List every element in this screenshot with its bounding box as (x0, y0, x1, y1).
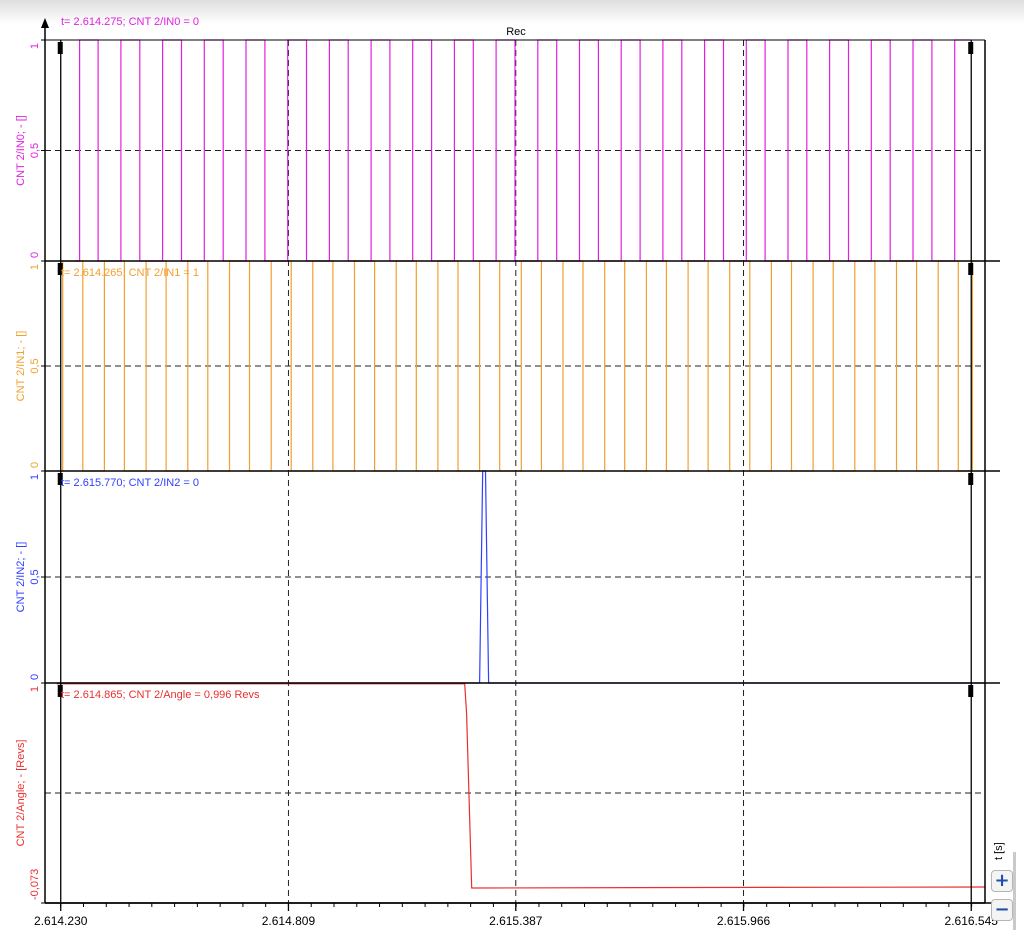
y-axis-label: CNT 2/IN2; - [] (15, 542, 27, 613)
signal-trace-angle (56, 683, 986, 889)
y-tick-label: 0,5 (29, 358, 41, 373)
y-tick-label: 0 (29, 674, 41, 680)
y-axis-label: CNT 2/Angle; - [Revs] (15, 740, 27, 847)
y-axis-label: CNT 2/IN0; - [] (15, 115, 27, 186)
y-tick-label: 1 (29, 264, 41, 270)
x-tick-label: 2.614.230 (34, 914, 88, 928)
chart-title: Rec (506, 26, 526, 38)
y-tick-label: 1 (29, 474, 41, 480)
multi-channel-plot[interactable]: Rec t [s] 1 0,5 0 CNT 2/IN0; - [] t= 2.614.2… (0, 0, 1024, 941)
y-tick-label: 0,5 (29, 569, 41, 584)
y-tick-label: 1 (29, 686, 41, 692)
cursor-marker (968, 263, 974, 275)
y-axis-label: CNT 2/IN1; - [] (15, 331, 27, 402)
cursor-marker (968, 473, 974, 485)
y-tick-label: 1 (29, 43, 41, 49)
cursor-marker (968, 42, 974, 54)
cursor-readout: t= 2.614.265; CNT 2/IN1 = 1 (61, 267, 199, 279)
y-tick-label: 0,5 (29, 143, 41, 158)
x-tick-label: 2.615.387 (489, 914, 543, 928)
x-tick-label: 2.615.966 (717, 914, 771, 928)
signal-layer (56, 39, 986, 889)
x-tick-label: 2.614.809 (262, 914, 316, 928)
zoom-out-button[interactable]: − (991, 899, 1013, 921)
y-tick-label: -0,073 (29, 869, 41, 900)
cursor-readout: t= 2.614.275; CNT 2/IN0 = 0 (61, 16, 199, 28)
cursor-marker (968, 685, 974, 697)
y-tick-label: 0 (29, 252, 41, 258)
y-tick-label: 0 (29, 462, 41, 468)
zoom-scrollbar[interactable] (1013, 852, 1016, 930)
x-unit-label: t [s] (993, 842, 1005, 860)
frame-layer (41, 18, 1000, 911)
y-axis-arrow (41, 18, 49, 28)
cursor-readout: t= 2.614.865; CNT 2/Angle = 0,996 Revs (61, 689, 260, 701)
cursor-readout: t= 2.615.770; CNT 2/IN2 = 0 (61, 477, 199, 489)
cursor-marker (57, 42, 63, 54)
zoom-in-button[interactable]: + (991, 870, 1013, 892)
text-layer: Rec t [s] 1 0,5 0 CNT 2/IN0; - [] t= 2.614.2… (15, 16, 1005, 928)
